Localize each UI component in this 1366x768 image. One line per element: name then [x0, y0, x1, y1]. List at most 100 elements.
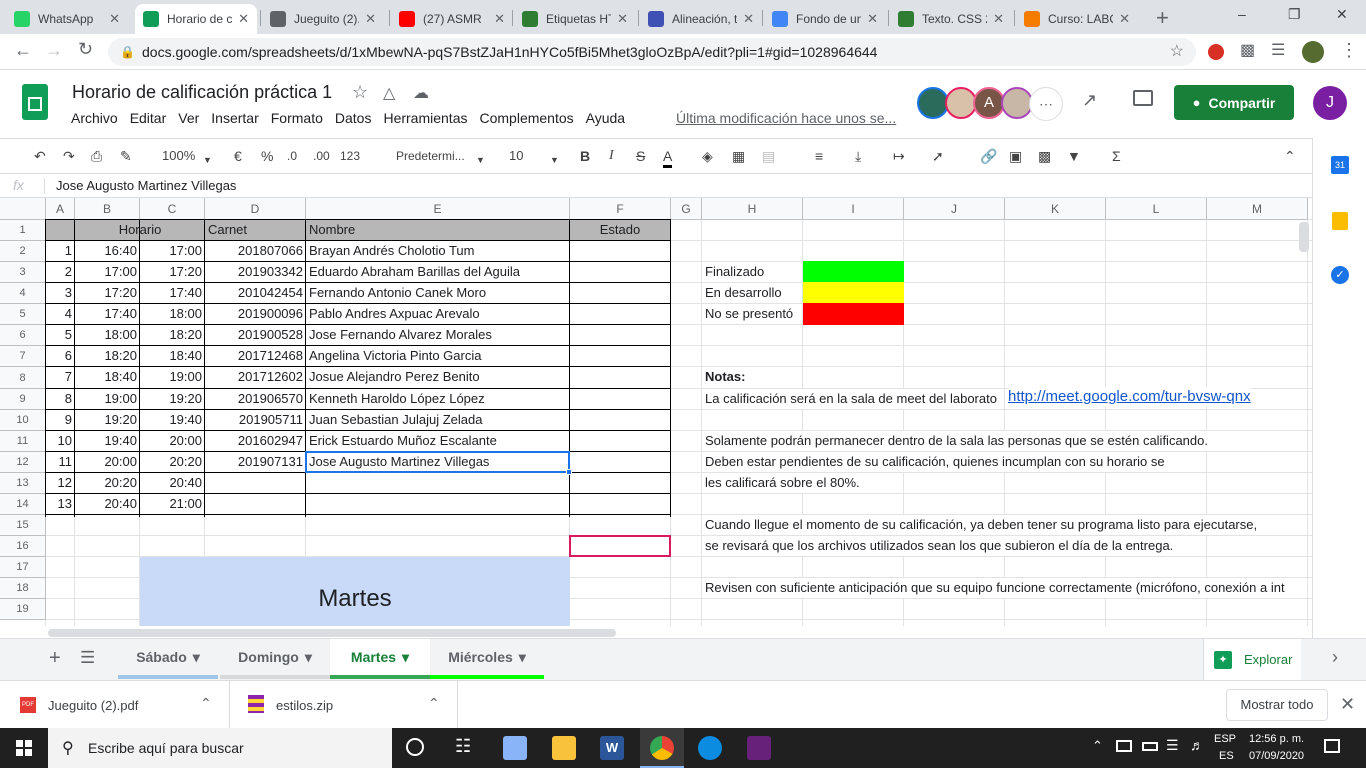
document-title[interactable]: Horario de calificación práctica 1: [72, 82, 332, 103]
last-modified-link[interactable]: Última modificación hace unos se...: [676, 110, 896, 126]
undo-icon[interactable]: ↶: [34, 147, 46, 165]
estado-cell[interactable]: [570, 241, 670, 261]
start-time-cell[interactable]: 18:00: [75, 325, 140, 345]
visual-studio-icon[interactable]: [747, 736, 771, 760]
row-number-cell[interactable]: 2: [46, 262, 75, 282]
browser-tab[interactable]: (27) ASMR ✕: [391, 4, 513, 34]
end-time-cell[interactable]: 19:20: [140, 389, 205, 409]
nombre-cell[interactable]: Eduardo Abraham Barillas del Aguila: [306, 262, 570, 282]
chevron-down-icon[interactable]: ▾: [519, 649, 526, 666]
borders-icon[interactable]: ▦: [732, 147, 745, 165]
wifi-icon[interactable]: ☰: [1166, 737, 1179, 754]
browser-tab[interactable]: Texto. CSS 2 ✕: [890, 4, 1012, 34]
menu-item[interactable]: Editar: [130, 110, 167, 126]
calendar-icon[interactable]: 31: [1331, 156, 1349, 174]
menu-item[interactable]: Insertar: [211, 110, 258, 126]
browser-tab[interactable]: Alineación, t ✕: [640, 4, 762, 34]
row-number-cell[interactable]: 11: [46, 452, 75, 472]
row-header[interactable]: 4: [0, 283, 46, 304]
functions-icon[interactable]: Σ: [1112, 147, 1121, 165]
estado-cell[interactable]: [570, 262, 670, 282]
carnet-cell[interactable]: 201907131: [205, 452, 306, 472]
menu-item[interactable]: Formato: [271, 110, 323, 126]
nombre-cell[interactable]: Fernando Antonio Canek Moro: [306, 283, 570, 303]
filter-icon[interactable]: ▼: [1067, 147, 1081, 165]
carnet-cell[interactable]: 201900528: [205, 325, 306, 345]
row-header[interactable]: 5: [0, 304, 46, 325]
insert-comment-icon[interactable]: ▣: [1009, 147, 1022, 165]
close-tab-icon[interactable]: ✕: [993, 11, 1004, 27]
task-view-icon[interactable]: ☷: [455, 736, 471, 757]
row-header[interactable]: 16: [0, 536, 46, 557]
browser-tab[interactable]: Horario de ca ✕: [135, 4, 257, 34]
battery-icon[interactable]: [1142, 742, 1158, 751]
zoom-select[interactable]: 100%: [162, 147, 195, 165]
sheet-tab[interactable]: Sábado ▾: [118, 639, 218, 679]
extension-mail-icon[interactable]: [1208, 44, 1224, 60]
start-time-cell[interactable]: 18:20: [75, 346, 140, 366]
row-header[interactable]: 11: [0, 431, 46, 452]
nombre-cell[interactable]: Erick Estuardo Muñoz Escalante: [306, 431, 570, 451]
row-header[interactable]: 10: [0, 410, 46, 431]
nombre-cell[interactable]: Brayan Andrés Cholotio Tum: [306, 241, 570, 261]
download-item[interactable]: estilos.zip ⌃: [230, 681, 458, 729]
fill-color-icon[interactable]: ◈: [702, 147, 713, 165]
show-all-button[interactable]: Mostrar todo: [1226, 689, 1328, 721]
chevron-up-icon[interactable]: ⌃: [1092, 738, 1103, 754]
sheet-tab[interactable]: Miércoles ▾: [430, 639, 544, 679]
nombre-cell[interactable]: Pablo Andres Axpuac Arevalo: [306, 304, 570, 324]
close-tab-icon[interactable]: ✕: [494, 11, 505, 27]
selected-cell[interactable]: [305, 451, 570, 473]
chevron-up-icon[interactable]: ⌃: [200, 695, 212, 712]
fill-handle[interactable]: [566, 469, 572, 475]
menu-item[interactable]: Datos: [335, 110, 372, 126]
network-icon[interactable]: [1116, 740, 1132, 752]
account-avatar[interactable]: J: [1313, 86, 1347, 120]
start-time-cell[interactable]: 17:40: [75, 304, 140, 324]
carnet-cell[interactable]: 201905711: [205, 410, 306, 430]
text-wrap-icon[interactable]: ↦: [893, 147, 905, 165]
download-item[interactable]: PDF Jueguito (2).pdf ⌃: [0, 681, 230, 729]
estado-cell[interactable]: [570, 410, 670, 430]
estado-cell[interactable]: [570, 283, 670, 303]
menu-item[interactable]: Herramientas: [383, 110, 467, 126]
close-icon[interactable]: ✕: [1340, 694, 1355, 715]
start-time-cell[interactable]: 19:00: [75, 389, 140, 409]
row-header[interactable]: 6: [0, 325, 46, 346]
end-time-cell[interactable]: 21:00: [140, 494, 205, 514]
italic-icon[interactable]: I: [609, 147, 614, 165]
print-icon[interactable]: ⎙: [91, 147, 102, 165]
chevron-down-icon[interactable]: ▾: [402, 649, 409, 666]
carnet-cell[interactable]: 201906570: [205, 389, 306, 409]
row-number-cell[interactable]: 10: [46, 431, 75, 451]
horizontal-align-icon[interactable]: ≡: [815, 147, 823, 165]
column-header[interactable]: B: [75, 198, 140, 220]
back-icon[interactable]: ←: [14, 40, 32, 61]
edge-icon[interactable]: [698, 736, 722, 760]
close-tab-icon[interactable]: ✕: [1119, 11, 1130, 27]
text-color-icon[interactable]: A: [663, 147, 673, 168]
vertical-align-icon[interactable]: ⤓: [855, 147, 861, 165]
column-header[interactable]: M: [1207, 198, 1308, 220]
carnet-cell[interactable]: 201807066: [205, 241, 306, 261]
menu-item[interactable]: Ver: [178, 110, 199, 126]
spreadsheet-grid[interactable]: A B C D E F G H I J K L M 1 2 3 4 5 6 7 8 9 10 11 12 13 14 15 16 17 18…: [0, 198, 1312, 626]
taskbar-search[interactable]: ⚲ Escribe aquí para buscar: [48, 728, 392, 768]
nombre-cell[interactable]: Angelina Victoria Pinto Garcia: [306, 346, 570, 366]
explore-button[interactable]: ✦ Explorar: [1203, 639, 1301, 680]
row-number-cell[interactable]: 12: [46, 473, 75, 493]
redo-icon[interactable]: ↷: [63, 147, 75, 165]
column-header[interactable]: I: [803, 198, 904, 220]
extensions-puzzle-icon[interactable]: ▩: [1240, 40, 1255, 60]
browser-tab[interactable]: Jueguito (2).p ✕: [262, 4, 384, 34]
row-header[interactable]: 14: [0, 494, 46, 515]
row-number-cell[interactable]: 4: [46, 304, 75, 324]
nombre-cell[interactable]: Kenneth Haroldo López López: [306, 389, 570, 409]
word-icon[interactable]: W: [600, 736, 624, 760]
font-family-select[interactable]: Predetermi...: [396, 147, 465, 165]
menu-item[interactable]: Ayuda: [586, 110, 625, 126]
start-time-cell[interactable]: 16:40: [75, 241, 140, 261]
start-time-cell[interactable]: 18:40: [75, 367, 140, 387]
end-time-cell[interactable]: 17:00: [140, 241, 205, 261]
browser-tab[interactable]: Curso: LABOR ✕: [1016, 4, 1138, 34]
